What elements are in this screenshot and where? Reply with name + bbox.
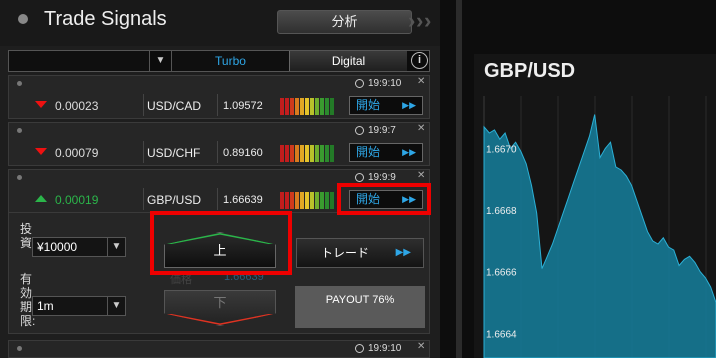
investment-value: ¥10000 <box>37 240 78 254</box>
divider <box>143 94 144 116</box>
chart-title: GBP/USD <box>484 60 576 82</box>
clock-icon <box>355 126 364 135</box>
header-bullet-icon <box>18 14 28 24</box>
signal-time: 19:9:10 <box>368 343 402 354</box>
price-chart[interactable]: 1.6670 1.6668 1.6666 1.6664 <box>474 96 716 358</box>
card-dot-icon <box>17 81 22 86</box>
y-tick-label: 1.6670 <box>486 144 517 155</box>
investment-label: 投資: <box>20 222 36 250</box>
option-type-tabs: ▼ Turbo Digital i <box>8 50 430 72</box>
divider <box>143 141 144 163</box>
divider <box>217 141 218 163</box>
expiry-select[interactable]: 1m ▼ <box>32 296 126 316</box>
start-label: 開始 <box>356 98 381 112</box>
y-tick-label: 1.6668 <box>486 206 517 217</box>
signal-change: 0.00023 <box>55 99 99 113</box>
close-icon[interactable]: ✕ <box>417 76 425 87</box>
card-dot-icon <box>17 175 22 180</box>
y-tick-label: 1.6664 <box>486 329 517 340</box>
signal-change: 0.00079 <box>55 146 99 160</box>
start-button[interactable]: 開始 ▶▶ <box>349 143 423 162</box>
price-area <box>483 114 716 358</box>
close-icon[interactable]: ✕ <box>417 170 425 181</box>
clock-icon <box>355 344 364 353</box>
trade-signals-panel: Trade Signals 分析 › › › ▼ Turbo Digital i… <box>0 0 440 358</box>
arrow-down-icon <box>35 101 47 108</box>
asset-dropdown[interactable] <box>9 51 149 71</box>
expiry-label: 有効期限: <box>20 272 36 328</box>
fast-forward-icon: ▶▶ <box>395 247 411 258</box>
signal-price: 0.89160 <box>223 147 263 159</box>
trade-button[interactable]: トレード ▶▶ <box>296 238 424 268</box>
clock-icon <box>355 79 364 88</box>
signal-pair: GBP/USD <box>147 193 202 207</box>
start-label: 開始 <box>356 145 381 159</box>
fast-forward-icon: ▶▶ <box>402 147 416 157</box>
signal-card: 19:9:10 ✕ 0.00023 USD/CAD 1.09572 開始 ▶▶ <box>8 75 430 119</box>
card-dot-icon <box>17 128 22 133</box>
trade-label: トレード <box>321 246 370 260</box>
highlight-box <box>150 211 292 275</box>
signal-price: 1.66639 <box>223 194 263 206</box>
y-tick-label: 1.6666 <box>486 268 517 279</box>
signal-strength-meter <box>280 145 334 162</box>
signal-pair: USD/CAD <box>147 99 202 113</box>
payout-box: PAYOUT 76% <box>295 286 425 328</box>
investment-select[interactable]: ¥10000 ▼ <box>32 237 126 257</box>
signal-strength-meter <box>280 98 334 115</box>
clock-icon <box>355 173 364 182</box>
close-icon[interactable]: ✕ <box>417 341 425 352</box>
chevron-down-icon[interactable]: ▼ <box>149 51 171 71</box>
chevron-down-icon: ▼ <box>107 297 125 315</box>
panel-divider <box>456 0 462 358</box>
arrow-down-icon <box>35 148 47 155</box>
tab-digital[interactable]: Digital <box>289 51 407 71</box>
signal-strength-meter <box>280 192 334 209</box>
tab-turbo[interactable]: Turbo <box>171 51 289 71</box>
signal-time: 19:9:7 <box>368 125 396 136</box>
arrow-up-icon <box>35 195 47 202</box>
divider <box>217 188 218 210</box>
signal-card: 19:9:7 ✕ 0.00079 USD/CHF 0.89160 開始 ▶▶ <box>8 122 430 166</box>
chevron-down-icon: ▼ <box>107 238 125 256</box>
signal-time: 19:9:10 <box>368 78 402 89</box>
start-button[interactable]: 開始 ▶▶ <box>349 96 423 115</box>
panel-header: Trade Signals 分析 › › › <box>0 0 440 46</box>
divider <box>217 94 218 116</box>
card-dot-icon <box>17 346 22 351</box>
signal-price: 1.09572 <box>223 100 263 112</box>
signal-pair: USD/CHF <box>147 146 201 160</box>
signal-change: 0.00019 <box>55 193 99 207</box>
close-icon[interactable]: ✕ <box>417 123 425 134</box>
panel-title: Trade Signals <box>44 8 167 30</box>
signal-time: 19:9:9 <box>368 172 396 183</box>
analysis-button[interactable]: 分析 <box>277 10 412 34</box>
fast-forward-icon: ▶▶ <box>402 100 416 110</box>
highlight-box <box>337 183 431 215</box>
info-icon[interactable]: i <box>411 52 428 69</box>
signal-card: 19:9:10 ✕ <box>8 340 430 358</box>
chevron-right-icon: › <box>424 8 432 33</box>
expiry-value: 1m <box>37 299 54 313</box>
divider <box>143 188 144 210</box>
